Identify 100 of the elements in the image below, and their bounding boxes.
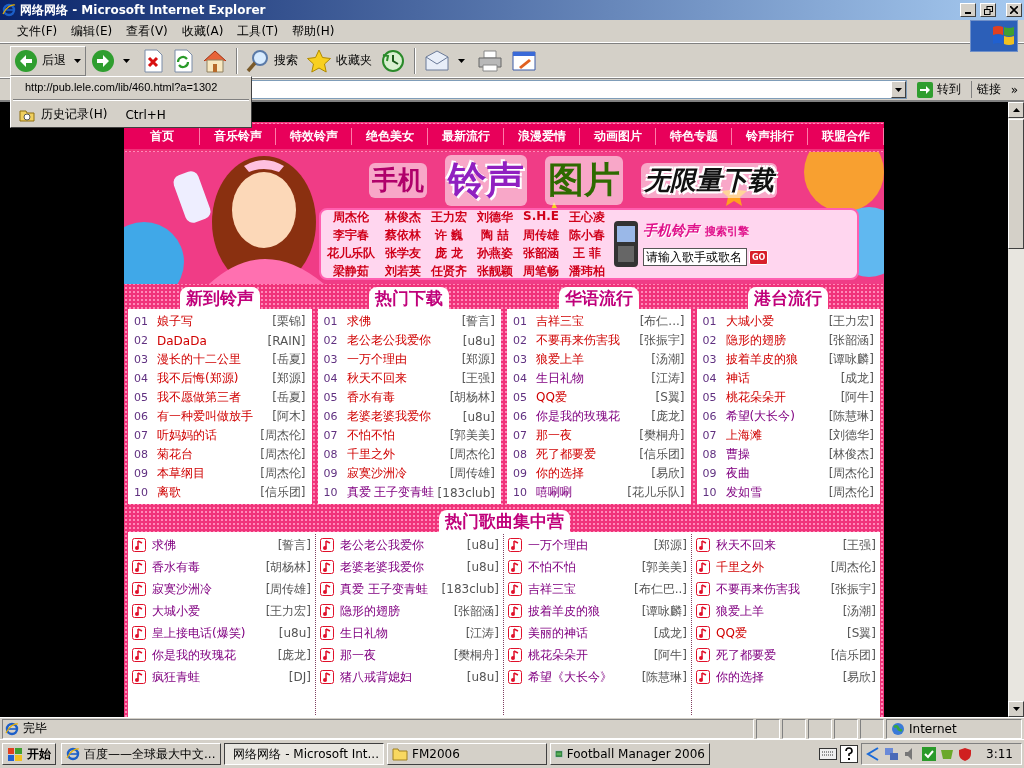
song-link[interactable]: 离歌 (157, 484, 258, 501)
menu-item[interactable]: 收藏(A) (174, 20, 231, 42)
song-link[interactable]: 不要再来伤害我 (536, 332, 637, 349)
nav-link[interactable]: 浪漫爱情 (504, 128, 580, 145)
start-button[interactable]: 开始 (2, 743, 56, 765)
singer-link[interactable]: 刘德华 (477, 208, 513, 226)
song-link[interactable]: 曹操 (725, 446, 826, 463)
singer-link[interactable]: 张靓颖 (477, 262, 513, 280)
song-link[interactable]: 发如雪 (725, 484, 826, 501)
singer-link[interactable]: 花儿乐队 (327, 244, 375, 262)
song-link[interactable]: 皇上接电话(爆笑) (152, 624, 275, 642)
singer-link[interactable]: 周杰伦 (327, 208, 375, 226)
song-link[interactable]: 狼爱上羊 (716, 602, 839, 620)
scrollbar-thumb[interactable] (1008, 119, 1024, 249)
menu-item[interactable]: 查看(V) (119, 20, 175, 42)
song-link[interactable]: 狼爱上羊 (536, 351, 649, 368)
close-button[interactable] (1006, 3, 1022, 17)
singer-link[interactable]: 周传雄 (523, 226, 559, 244)
restore-button[interactable] (980, 3, 996, 17)
song-link[interactable]: 披着羊皮的狼 (528, 602, 638, 620)
singer-link[interactable]: 陶 喆 (477, 226, 513, 244)
song-link[interactable]: 猪八戒背媳妇 (340, 668, 463, 686)
menu-item[interactable]: 帮助(H) (285, 20, 342, 42)
song-link[interactable]: 一万个理由 (528, 536, 650, 554)
minimize-button[interactable] (960, 3, 976, 17)
song-link[interactable]: 求佛 (152, 536, 274, 554)
tray-icon[interactable] (922, 747, 937, 761)
history-url-item[interactable]: http://pub.lele.com/lib/460.html?a=1302 (21, 79, 222, 96)
history-menu-item[interactable]: 历史记录(H) Ctrl+H (11, 104, 251, 125)
menu-item[interactable]: 编辑(E) (64, 20, 120, 42)
song-link[interactable]: 你是我的玫瑰花 (536, 408, 649, 425)
up-arrow-icon[interactable] (1012, 108, 1020, 112)
song-link[interactable]: 漫长的十二公里 (157, 351, 270, 368)
song-link[interactable]: 香水有毒 (152, 558, 262, 576)
singer-link[interactable]: 李宇春 (327, 226, 375, 244)
nav-link[interactable]: 联盟合作 (808, 128, 884, 145)
keyboard-icon[interactable] (819, 748, 838, 760)
help-icon[interactable] (840, 745, 859, 763)
song-link[interactable]: 娘子写 (157, 313, 270, 330)
singer-link[interactable]: 周笔畅 (523, 262, 559, 280)
song-link[interactable]: 生日礼物 (536, 370, 649, 387)
search-field[interactable]: 请输入歌手或歌名 (643, 248, 747, 266)
song-link[interactable]: 吉祥三宝 (536, 313, 637, 330)
song-link[interactable]: 希望《大长今》 (528, 668, 638, 686)
address-field[interactable] (250, 80, 907, 99)
song-link[interactable]: DaDaDa (157, 333, 265, 348)
song-link[interactable]: 千里之外 (346, 446, 447, 463)
singer-link[interactable]: 任贤齐 (431, 262, 467, 280)
song-link[interactable]: 疯狂青蛙 (152, 668, 285, 686)
song-link[interactable]: 希望(大长今) (725, 408, 826, 425)
taskbar-button[interactable]: 百度——全球最大中文... (61, 743, 221, 765)
singer-link[interactable]: 孙燕姿 (477, 244, 513, 262)
song-link[interactable]: 神话 (725, 370, 838, 387)
song-link[interactable]: 秋天不回来 (716, 536, 839, 554)
song-link[interactable]: 桃花朵朵开 (528, 646, 650, 664)
song-link[interactable]: 不怕不怕 (346, 427, 447, 444)
nav-link[interactable]: 特效铃声 (276, 128, 352, 145)
song-link[interactable]: 美丽的神话 (528, 624, 650, 642)
search-button[interactable]: 搜索 (243, 46, 301, 75)
song-link[interactable]: 那一夜 (536, 427, 637, 444)
song-link[interactable]: 死了都要爱 (536, 446, 637, 463)
singer-link[interactable]: 王 菲 (569, 244, 605, 262)
song-link[interactable]: 香水有毒 (346, 389, 447, 406)
menu-item[interactable]: 文件(F) (10, 20, 65, 42)
song-link[interactable]: 生日礼物 (340, 624, 462, 642)
down-arrow-icon[interactable] (1012, 707, 1020, 711)
nav-link[interactable]: 动画图片 (580, 128, 656, 145)
song-link[interactable]: 那一夜 (340, 646, 450, 664)
scrollbar[interactable] (1008, 102, 1024, 717)
song-link[interactable]: 千里之外 (716, 558, 827, 576)
caret-icon[interactable] (123, 58, 130, 63)
singer-link[interactable]: 刘若英 (385, 262, 421, 280)
nav-link[interactable]: 首页 (124, 128, 200, 145)
song-link[interactable]: 有一种爱叫做放手 (157, 408, 270, 425)
song-link[interactable]: 一万个理由 (346, 351, 459, 368)
taskbar-button[interactable]: FM2006 (387, 743, 547, 765)
song-link[interactable]: 你的选择 (536, 465, 649, 482)
song-link[interactable]: 秋天不回来 (346, 370, 459, 387)
song-link[interactable]: 吉祥三宝 (528, 580, 630, 598)
song-link[interactable]: 大城小爱 (725, 313, 826, 330)
song-link[interactable]: 寂寞沙洲冷 (152, 580, 262, 598)
song-link[interactable]: 大城小爱 (152, 602, 262, 620)
singer-link[interactable]: 许 巍 (431, 226, 467, 244)
song-link[interactable]: 我不后悔(郑源) (157, 370, 270, 387)
song-link[interactable]: 求佛 (346, 313, 459, 330)
song-link[interactable]: 桃花朵朵开 (725, 389, 838, 406)
chevron-button[interactable]: » (1010, 82, 1018, 97)
go-button[interactable]: 转到 (910, 81, 967, 98)
song-link[interactable]: 寂寞沙洲冷 (346, 465, 447, 482)
singer-link[interactable]: 庞 龙 (431, 244, 467, 262)
song-link[interactable]: 本草纲目 (157, 465, 258, 482)
song-link[interactable]: 听妈妈的话 (157, 427, 258, 444)
go-button[interactable]: GO (749, 249, 769, 265)
song-link[interactable]: 真爱 王子变青蛙 (340, 580, 438, 598)
song-link[interactable]: 死了都要爱 (716, 646, 827, 664)
nav-link[interactable]: 绝色美女 (352, 128, 428, 145)
song-link[interactable]: 老婆老婆我爱你 (340, 558, 463, 576)
caret-icon[interactable] (74, 58, 81, 63)
singer-link[interactable]: 陈小春 (569, 226, 605, 244)
singer-link[interactable]: 梁静茹 (327, 262, 375, 280)
